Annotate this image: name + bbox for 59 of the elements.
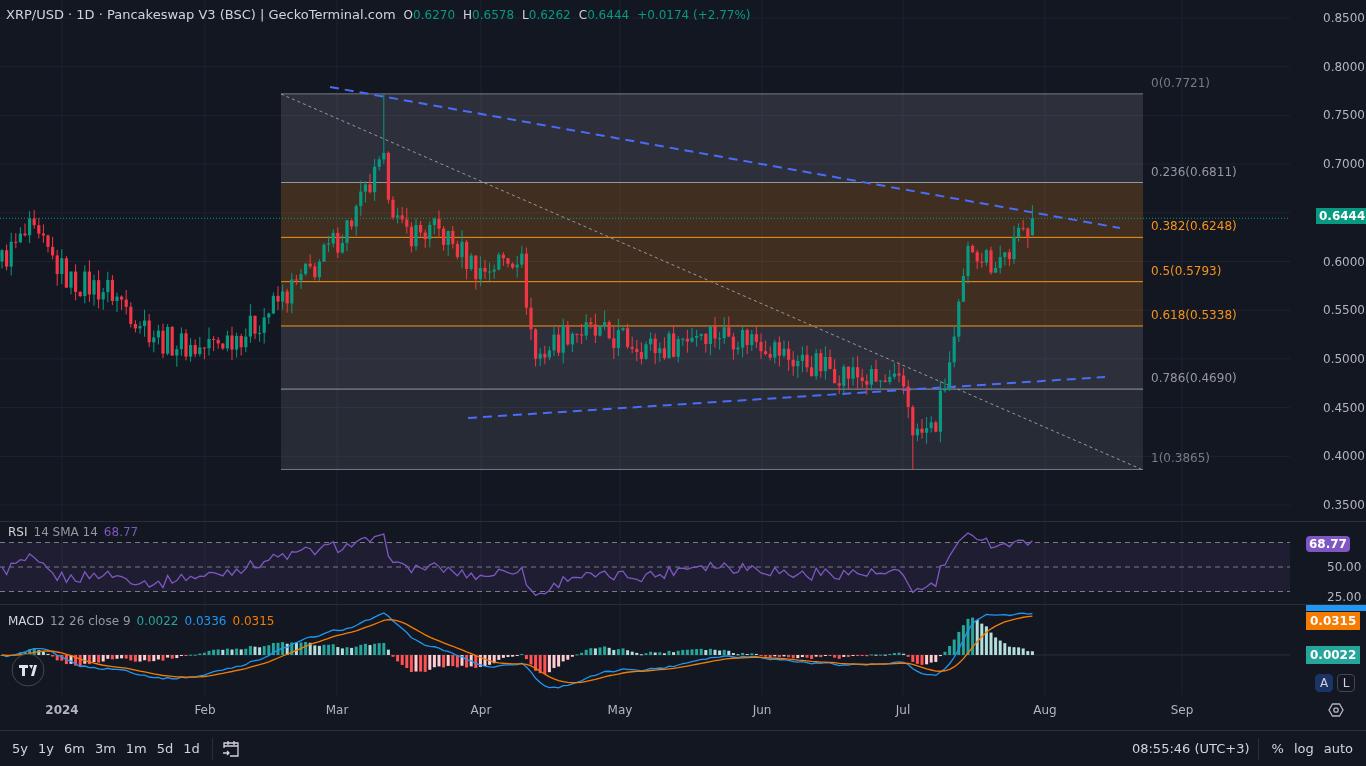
- range-button[interactable]: 6m: [59, 736, 89, 761]
- macd-value-badge: 0.0022: [1306, 646, 1361, 664]
- time-axis-label: May: [607, 704, 633, 716]
- indicator-params: 12 26 close 9: [50, 615, 131, 627]
- indicator-name: RSI: [8, 526, 28, 538]
- axis-option-button[interactable]: log: [1288, 736, 1319, 761]
- time-axis-label: Jul: [895, 704, 911, 716]
- time-axis-label: Feb: [194, 704, 216, 716]
- indicator-value: 0.0336: [184, 615, 227, 627]
- range-button[interactable]: 5y: [8, 736, 32, 761]
- fibonacci-level-label: 0.786(0.4690): [1151, 372, 1237, 385]
- price-axis-label: 0.5500: [1323, 304, 1365, 317]
- price-axis-label: 0.7000: [1323, 158, 1365, 171]
- time-axis-label: Sep: [1170, 704, 1194, 716]
- scale-toggle-button[interactable]: L: [1337, 674, 1355, 692]
- fibonacci-level-label: 0.618(0.5338): [1151, 308, 1237, 321]
- fibonacci-level-label: 0(0.7721): [1151, 76, 1210, 89]
- time-axis-label: Aug: [1033, 704, 1057, 716]
- scale-toggle-button[interactable]: A: [1315, 674, 1333, 692]
- rsi-axis-label: 25.00: [1327, 591, 1362, 603]
- price-axis-label: 0.6000: [1323, 255, 1365, 268]
- fibonacci-level-label: 0.236(0.6811): [1151, 165, 1237, 178]
- price-axis-label: 0.4000: [1323, 450, 1365, 463]
- range-button[interactable]: 1m: [121, 736, 151, 761]
- time-axis-label: Jun: [752, 704, 772, 716]
- indicator-name: MACD: [8, 615, 44, 627]
- price-change: +0.0174 (+2.77%): [637, 8, 751, 21]
- axis-option-button[interactable]: %: [1266, 736, 1289, 761]
- indicator-value: 0.0315: [232, 615, 275, 627]
- last-price-badge: 0.6444: [1316, 208, 1366, 224]
- range-button[interactable]: 5d: [152, 736, 178, 761]
- indicator-value: 68.77: [103, 526, 139, 538]
- indicator-value: 0.0022: [136, 615, 179, 627]
- fibonacci-level-label: 0.5(0.5793): [1151, 264, 1222, 277]
- fibonacci-level-label: 1(0.3865): [1151, 452, 1210, 465]
- time-axis-label: Apr: [470, 704, 492, 716]
- ohlc-value: L0.6262: [522, 8, 571, 21]
- rsi-value-badge: 68.77: [1306, 536, 1350, 552]
- indicator-params: 14 SMA 14: [33, 526, 98, 538]
- chart-title: XRP/USD · 1D · Pancakeswap V3 (BSC) | GeckoTerminal.com: [6, 8, 396, 21]
- range-button[interactable]: 1d: [179, 736, 204, 761]
- price-axis-label: 0.7500: [1323, 109, 1365, 122]
- range-button[interactable]: 1y: [33, 736, 58, 761]
- rsi-axis-label: 50.00: [1327, 561, 1362, 573]
- price-axis-label: 0.5000: [1323, 352, 1365, 365]
- time-axis-label: 2024: [45, 704, 79, 716]
- price-axis-label: 0.3500: [1323, 499, 1365, 511]
- macd-value-badge: 0.0315: [1306, 612, 1361, 630]
- clock-time: 08:55:46 (UTC+3): [1131, 739, 1250, 758]
- ohlc-value: H0.6578: [463, 8, 515, 21]
- axis-option-button[interactable]: auto: [1318, 736, 1358, 761]
- range-button[interactable]: 3m: [90, 736, 120, 761]
- ohlc-value: C0.6444: [578, 8, 630, 21]
- ohlc-value: O0.6270: [403, 8, 456, 21]
- fibonacci-level-label: 0.382(0.6248): [1151, 220, 1237, 233]
- price-axis-label: 0.8500: [1323, 12, 1365, 24]
- time-axis-label: Mar: [325, 704, 349, 716]
- price-axis-label: 0.8000: [1323, 60, 1365, 73]
- price-axis-label: 0.4500: [1323, 401, 1365, 414]
